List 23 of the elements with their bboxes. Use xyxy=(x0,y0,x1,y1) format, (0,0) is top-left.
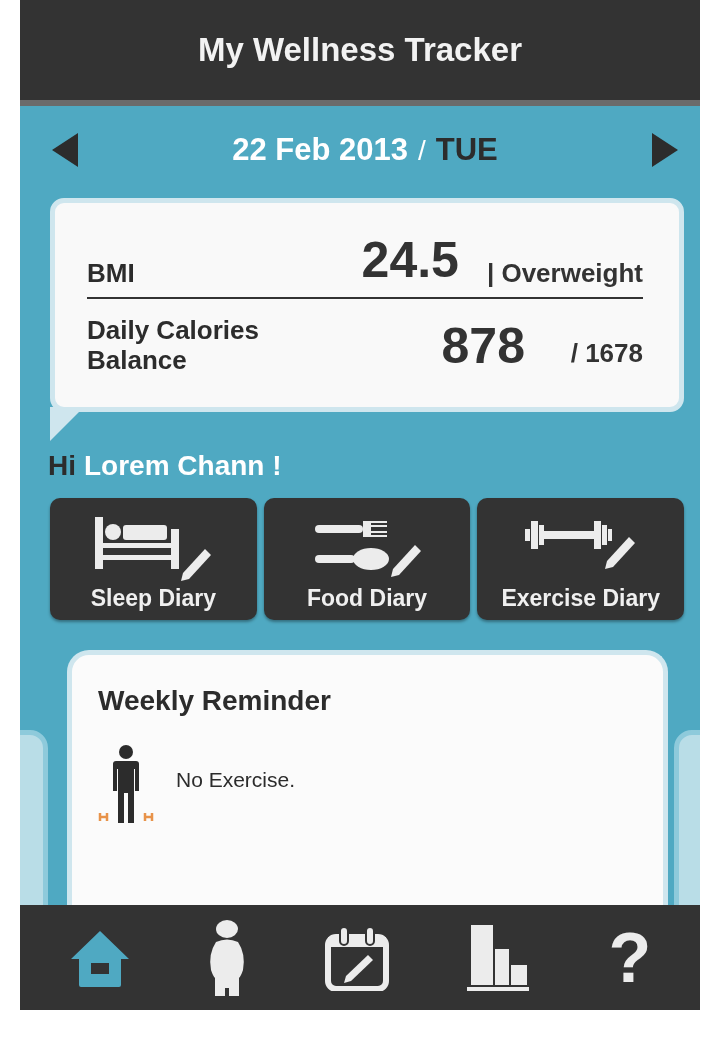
metric-value: 24.5 xyxy=(360,231,460,289)
person-with-dumbbells-icon xyxy=(98,745,154,825)
person-icon[interactable] xyxy=(208,919,247,996)
reminder-message: No Exercise. xyxy=(176,768,296,792)
diary-button[interactable]: Food Diary xyxy=(263,498,471,620)
diary-button[interactable]: Exercise Diary xyxy=(477,498,684,620)
next-arrow-icon[interactable] xyxy=(650,133,680,167)
diary-button[interactable]: Sleep Diary xyxy=(50,498,257,620)
reminder-title: Weekly Reminder xyxy=(98,685,332,717)
help-icon[interactable]: ? xyxy=(608,922,652,993)
user-name: Lorem Chann ! xyxy=(84,450,282,482)
metric-note: / 1678 xyxy=(569,336,643,369)
metric-value: 878 xyxy=(440,317,526,375)
app-title: My Wellness Tracker xyxy=(197,31,523,69)
date-separator: / xyxy=(418,135,426,167)
metric-note: | Overweight xyxy=(486,258,643,289)
metric-label: BMI xyxy=(87,259,136,289)
greeting-prefix: Hi xyxy=(48,450,76,482)
previous-arrow-icon[interactable] xyxy=(50,133,80,167)
metric-label: Daily Calories Balance xyxy=(87,316,260,376)
weekday-text: TUE xyxy=(435,132,498,168)
bar-chart-icon[interactable] xyxy=(467,924,532,991)
date-text: 22 Feb 2013 xyxy=(232,132,408,168)
